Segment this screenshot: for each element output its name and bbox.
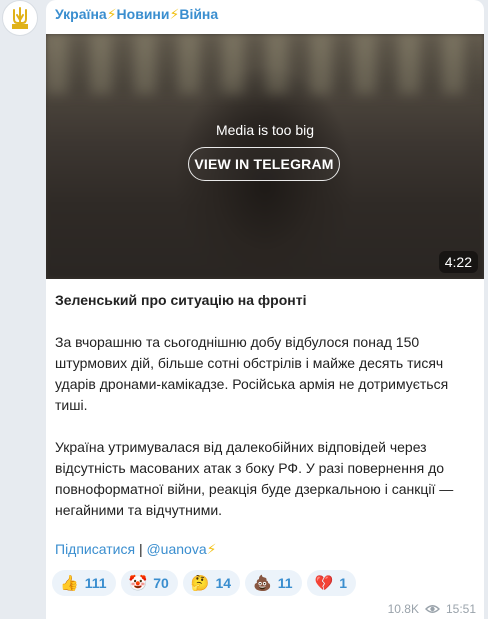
video-duration-badge: 4:22	[438, 251, 478, 273]
reaction-count: 1	[339, 575, 348, 591]
post-title: Зеленський про ситуацію на фронті	[55, 292, 307, 308]
pile-of-poo-icon: 💩	[253, 574, 272, 592]
reaction-count: 14	[215, 575, 232, 591]
subscribe-link[interactable]: Підписатися	[55, 541, 135, 557]
media-too-big-notice: Media is too big	[215, 122, 315, 138]
reaction-clown[interactable]: 🤡 70	[120, 570, 178, 596]
reaction-count: 111	[84, 575, 107, 591]
link-separator: |	[138, 541, 143, 557]
post-paragraph-1: За вчорашню та сьогоднішню добу відбулос…	[55, 334, 449, 413]
clown-face-icon: 🤡	[128, 574, 148, 592]
reaction-broken-heart[interactable]: 💔 1	[306, 570, 357, 596]
broken-heart-icon: 💔	[314, 574, 334, 592]
reaction-count: 70	[153, 575, 169, 591]
message-bubble: Україна⚡Новини⚡Війна Media is too big VI…	[46, 0, 484, 619]
reaction-poop[interactable]: 💩 11	[245, 570, 302, 596]
post-paragraph-2: Україна утримувалася від далекобійних ві…	[55, 439, 454, 518]
thinking-face-icon: 🤔	[190, 574, 210, 592]
post-links: Підписатися | @uanova⚡	[55, 541, 216, 558]
message-time: 15:51	[445, 602, 476, 616]
view-count: 10.8K	[387, 602, 419, 616]
reaction-thinking[interactable]: 🤔 14	[182, 570, 241, 596]
channel-handle-link[interactable]: @uanova	[146, 541, 206, 557]
view-in-telegram-button[interactable]: VIEW IN TELEGRAM	[188, 147, 340, 181]
thumbnail-background	[46, 34, 484, 94]
reaction-thumbs-up[interactable]: 👍 111	[52, 570, 116, 596]
lightning-icon: ⚡	[106, 6, 117, 22]
lightning-icon: ⚡	[169, 6, 180, 22]
channel-title[interactable]: Україна⚡Новини⚡Війна	[55, 6, 218, 23]
video-preview[interactable]: Media is too big VIEW IN TELEGRAM 4:22	[46, 34, 484, 279]
trident-logo-icon	[8, 6, 32, 30]
lightning-icon: ⚡	[206, 541, 217, 557]
thumbs-up-icon: 👍	[60, 574, 79, 592]
reaction-count: 11	[277, 575, 293, 591]
channel-avatar[interactable]	[2, 0, 38, 36]
eye-icon	[424, 605, 440, 613]
message-meta: 10.8K 15:51	[388, 602, 476, 616]
reactions-bar: 👍 111 🤡 70 🤔 14 💩 11 💔 1	[52, 570, 357, 596]
